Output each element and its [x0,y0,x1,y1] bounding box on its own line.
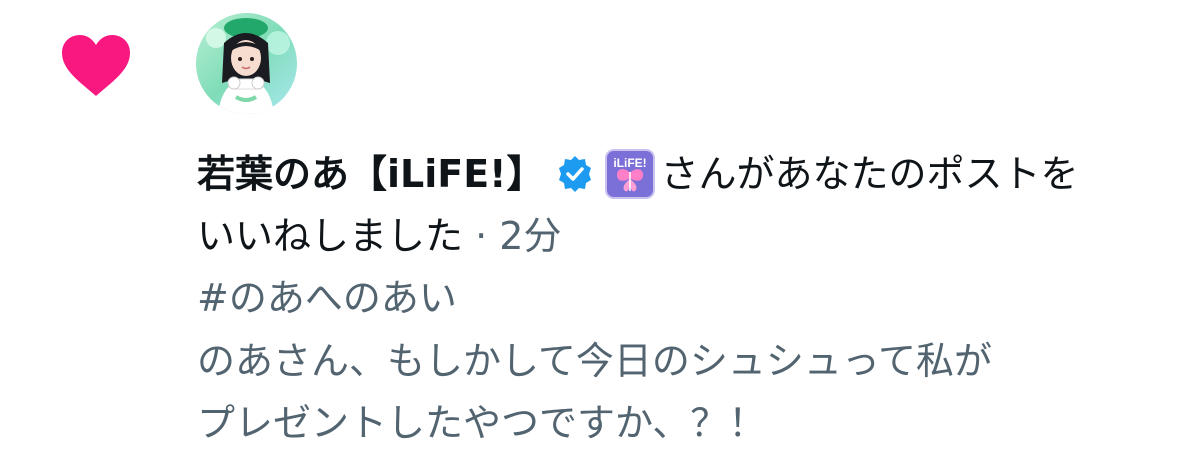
verified-badge-icon [558,155,591,192]
time-separator: · [463,214,500,258]
like-notification[interactable]: 若葉のあ【iLiFE!】 iLiFE! さんがあなたのポストを いいねしました … [0,0,1200,452]
badge-text: iLiFE! [613,156,646,170]
post-text-line-1: のあさん、もしかして今日のシュシュって私が [197,339,992,383]
timestamp[interactable]: 2分 [499,214,561,258]
post-text-line-2: プレゼントしたやつですか、？！ [197,401,767,445]
post-hashtag[interactable]: #のあへのあい [197,270,457,326]
action-text-2: いいねしました [197,214,464,258]
action-text-1: さんがあなたのポストを [660,152,1079,196]
user-name[interactable]: 若葉のあ【iLiFE!】 [197,152,545,196]
ilife-badge-icon[interactable]: iLiFE! [604,148,655,199]
notification-header-cont: いいねしました · 2分 [197,208,561,264]
avatar[interactable] [196,13,297,114]
notification-header: 若葉のあ【iLiFE!】 iLiFE! さんがあなたのポストを [197,146,1079,202]
heart-icon [62,35,130,96]
